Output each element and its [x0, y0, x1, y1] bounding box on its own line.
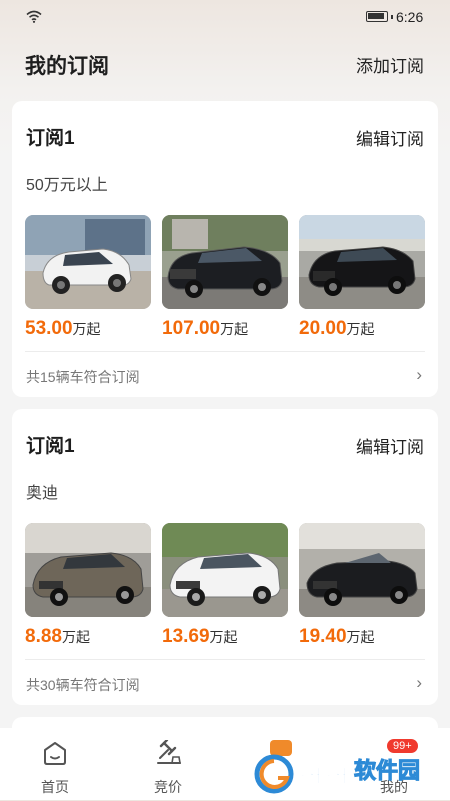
- price-unit: 万起: [209, 629, 238, 645]
- edit-subscription-button[interactable]: 编辑订阅: [356, 125, 424, 150]
- edit-subscription-button[interactable]: 编辑订阅: [356, 433, 424, 458]
- chevron-right-icon[interactable]: ›: [416, 365, 422, 385]
- car-photo[interactable]: [162, 523, 288, 617]
- car-item[interactable]: 20.00万起: [299, 215, 425, 340]
- subscription-title: 订阅1: [26, 436, 75, 457]
- status-bar: 6:26: [0, 0, 450, 36]
- svg-text:西西: 西西: [296, 758, 348, 788]
- watermark-logo: 西西 软件园: [250, 748, 440, 796]
- car-price: 8.88: [25, 626, 62, 647]
- car-item[interactable]: 19.40万起: [299, 523, 425, 648]
- status-time: 6:26: [396, 9, 424, 25]
- car-item[interactable]: 8.88万起: [25, 523, 151, 648]
- car-price: 19.40: [299, 626, 347, 647]
- price-unit: 万起: [220, 321, 249, 337]
- car-item[interactable]: 53.00万起: [25, 215, 151, 340]
- car-photo[interactable]: [299, 523, 425, 617]
- car-list: 53.00万起 107.00万起 20.00万起: [25, 215, 425, 345]
- tab-home-label: 首页: [41, 779, 69, 795]
- car-photo[interactable]: [25, 523, 151, 617]
- page-header: 我的订阅 添加订阅: [0, 44, 450, 84]
- price-unit: 万起: [346, 321, 375, 337]
- add-subscription-button[interactable]: 添加订阅: [356, 52, 424, 77]
- car-photo[interactable]: [162, 215, 288, 309]
- subscription-filter: 50万元以上: [26, 177, 108, 194]
- car-price: 13.69: [162, 626, 210, 647]
- car-price: 20.00: [299, 318, 347, 339]
- tab-home[interactable]: 首页: [0, 728, 110, 800]
- tab-auction-label: 竞价: [154, 779, 182, 795]
- car-photo[interactable]: [299, 215, 425, 309]
- gavel-icon: [155, 738, 183, 771]
- car-photo[interactable]: [25, 215, 151, 309]
- car-item[interactable]: 107.00万起: [162, 215, 288, 340]
- tab-auction[interactable]: 竞价: [113, 728, 223, 800]
- home-icon: [42, 740, 68, 771]
- price-unit: 万起: [72, 321, 101, 337]
- match-count[interactable]: 共30辆车符合订阅: [26, 675, 140, 695]
- page-title: 我的订阅: [25, 55, 109, 78]
- subscription-card: 订阅1 编辑订阅 50万元以上 53.00万起 107.00万起 20.00万起…: [12, 101, 438, 397]
- price-unit: 万起: [346, 629, 375, 645]
- match-count[interactable]: 共15辆车符合订阅: [26, 367, 140, 387]
- car-item[interactable]: 13.69万起: [162, 523, 288, 648]
- svg-text:软件园: 软件园: [354, 758, 420, 783]
- car-price: 53.00: [25, 318, 73, 339]
- car-list: 8.88万起 13.69万起 19.40万起: [25, 523, 425, 653]
- subscription-filter: 奥迪: [26, 485, 59, 502]
- chevron-right-icon[interactable]: ›: [416, 673, 422, 693]
- wifi-icon: [26, 10, 42, 28]
- divider: [25, 659, 425, 660]
- divider: [25, 351, 425, 352]
- subscription-card: 订阅1 编辑订阅 奥迪 8.88万起 13.69万起 19.40万起 共30辆车…: [12, 409, 438, 705]
- subscription-title: 订阅1: [26, 128, 75, 149]
- price-unit: 万起: [61, 629, 90, 645]
- car-price: 107.00: [162, 318, 221, 339]
- battery-icon: [366, 11, 393, 22]
